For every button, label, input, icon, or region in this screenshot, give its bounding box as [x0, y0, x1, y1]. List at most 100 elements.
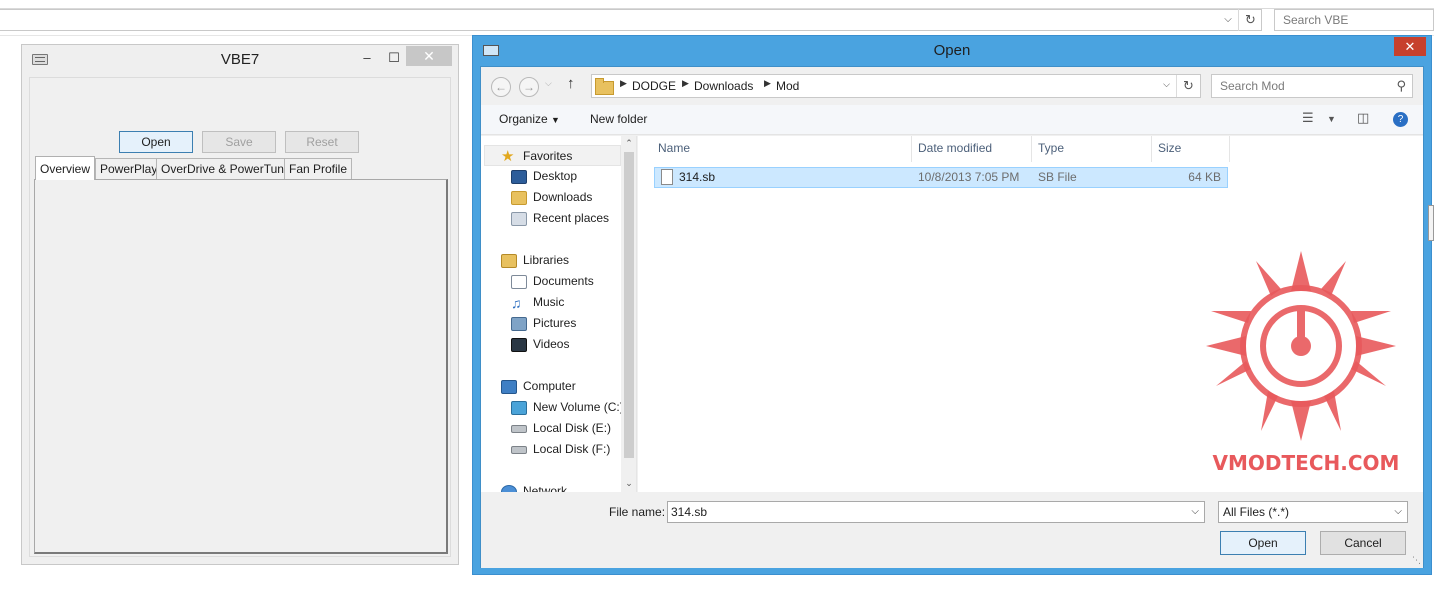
minimize-button[interactable]: – — [354, 48, 380, 68]
file-list: ⌃ Name Date modified Type Size 314.sb 10… — [638, 136, 1423, 492]
nav-label: New Volume (C:) — [533, 400, 624, 414]
search-input[interactable]: Search VBE — [1274, 9, 1434, 31]
nav-pictures[interactable]: Pictures — [511, 313, 576, 334]
chevron-down-icon[interactable]: ⌵ — [1394, 502, 1402, 522]
back-icon[interactable]: ← — [491, 77, 511, 97]
close-button[interactable]: ✕ — [406, 46, 452, 66]
browser-toolbar: ⌵ ↻ Search VBE — [0, 0, 1434, 36]
organize-button[interactable]: Organize ▼ — [499, 112, 560, 126]
downloads-icon — [511, 190, 527, 205]
file-date: 10/8/2013 7:05 PM — [918, 170, 1020, 184]
new-folder-button[interactable]: New folder — [590, 112, 647, 126]
column-header-name[interactable]: Name — [652, 136, 912, 162]
view-options-icon[interactable]: ☰ — [1302, 110, 1314, 126]
breadcrumb-mod[interactable]: Mod — [776, 79, 799, 93]
nav-computer[interactable]: Computer — [501, 376, 576, 397]
scrollbar-thumb[interactable] — [624, 152, 634, 458]
music-icon: ♫ — [511, 294, 522, 311]
network-icon — [501, 484, 517, 492]
nav-scrollbar[interactable]: ⌃ ⌄ — [621, 136, 636, 492]
breadcrumb[interactable]: ▶ DODGE ▶ Downloads ▶ Mod ⌵ ↻ — [591, 74, 1201, 98]
nav-label: Recent places — [533, 211, 610, 225]
search-mod-input[interactable]: Search Mod ⚲ — [1211, 74, 1413, 98]
chevron-down-icon[interactable]: ⌵ — [1191, 502, 1199, 522]
address-bar[interactable] — [0, 9, 1262, 31]
open-dialog: Open ✕ ← → ⌵ ↑ ▶ DODGE ▶ Downloads ▶ Mod… — [472, 35, 1432, 575]
nav-libraries[interactable]: Libraries — [501, 250, 569, 271]
column-header-size[interactable]: Size — [1152, 136, 1230, 162]
recent-dropdown-icon[interactable]: ⌵ — [545, 78, 552, 89]
scroll-edge-handle[interactable] — [1428, 205, 1434, 241]
tab-fan-profile[interactable]: Fan Profile — [284, 158, 353, 179]
watermark-text: VMODTECH.COM — [1212, 451, 1400, 475]
file-name-value: 314.sb — [671, 505, 708, 519]
drive-icon — [511, 400, 527, 415]
help-icon[interactable]: ? — [1393, 112, 1408, 127]
file-type: SB File — [1038, 170, 1077, 184]
scroll-down-icon[interactable]: ⌄ — [621, 478, 636, 489]
address-dropdown-icon[interactable]: ⌵ — [1218, 9, 1238, 31]
nav-label: Music — [533, 295, 565, 309]
chevron-right-icon[interactable]: ▶ — [620, 78, 627, 89]
search-icon[interactable]: ⚲ — [1396, 75, 1406, 97]
star-icon: ★ — [501, 147, 515, 165]
chevron-down-icon[interactable]: ▼ — [1327, 114, 1336, 124]
dialog-title: Open — [933, 42, 971, 59]
nav-network[interactable]: Network — [501, 481, 567, 492]
dialog-footer: File name: 314.sb ⌵ All Files (*.*) ⌵ Op… — [481, 492, 1423, 568]
nav-recent-places[interactable]: Recent places — [511, 208, 609, 229]
refresh-icon[interactable]: ↻ — [1176, 75, 1200, 97]
close-button[interactable]: ✕ — [1394, 37, 1426, 56]
up-icon[interactable]: ↑ — [567, 75, 575, 92]
nav-drive-e[interactable]: Local Disk (E:) — [511, 418, 611, 439]
maximize-button[interactable]: ☐ — [381, 48, 407, 68]
nav-label: Desktop — [533, 169, 578, 183]
dialog-body: ← → ⌵ ↑ ▶ DODGE ▶ Downloads ▶ Mod ⌵ ↻ Se… — [480, 66, 1424, 568]
tab-overview[interactable]: Overview — [35, 156, 96, 180]
open-button[interactable]: Open — [119, 131, 193, 153]
column-header-date[interactable]: Date modified — [912, 136, 1032, 162]
tab-panel — [34, 179, 448, 554]
scroll-up-icon[interactable]: ⌃ — [621, 138, 636, 149]
documents-icon — [511, 274, 527, 289]
nav-label: Libraries — [523, 253, 570, 267]
recent-places-icon — [511, 211, 527, 226]
nav-favorites[interactable]: ★ Favorites — [484, 145, 621, 166]
file-name-input[interactable]: 314.sb ⌵ — [667, 501, 1205, 523]
organize-label: Organize — [499, 112, 548, 126]
forward-icon[interactable]: → — [519, 77, 539, 97]
refresh-icon[interactable]: ↻ — [1238, 9, 1262, 31]
nav-label: Documents — [533, 274, 594, 288]
chevron-down-icon: ▼ — [551, 115, 560, 125]
nav-drive-f[interactable]: Local Disk (F:) — [511, 439, 610, 460]
watermark-logo: VMODTECH.COM — [1206, 251, 1406, 481]
save-button[interactable]: Save — [202, 131, 276, 153]
nav-label: Pictures — [533, 316, 577, 330]
column-header-type[interactable]: Type — [1032, 136, 1152, 162]
computer-icon — [501, 379, 517, 394]
videos-icon — [511, 337, 527, 352]
open-button[interactable]: Open — [1220, 531, 1306, 555]
nav-documents[interactable]: Documents — [511, 271, 594, 292]
file-row[interactable]: 314.sb 10/8/2013 7:05 PM SB File 64 KB — [654, 167, 1228, 188]
nav-music[interactable]: ♫ Music — [511, 292, 564, 313]
pictures-icon — [511, 316, 527, 331]
cancel-button[interactable]: Cancel — [1320, 531, 1406, 555]
tab-powerplay[interactable]: PowerPlay — [95, 158, 163, 179]
breadcrumb-downloads[interactable]: Downloads — [694, 79, 753, 93]
reset-button[interactable]: Reset — [285, 131, 359, 153]
tab-overdrive-powertune[interactable]: OverDrive & PowerTune — [156, 158, 296, 179]
nav-downloads[interactable]: Downloads — [511, 187, 592, 208]
chevron-right-icon[interactable]: ▶ — [682, 78, 689, 89]
nav-drive-c[interactable]: New Volume (C:) — [511, 397, 624, 418]
file-type-select[interactable]: All Files (*.*) ⌵ — [1218, 501, 1408, 523]
nav-videos[interactable]: Videos — [511, 334, 569, 355]
resize-grip-icon[interactable]: ⋱ — [1412, 555, 1421, 566]
nav-desktop[interactable]: Desktop — [511, 166, 577, 187]
nav-label: Local Disk (E:) — [533, 421, 612, 435]
breadcrumb-dodge[interactable]: DODGE — [632, 79, 676, 93]
preview-pane-icon[interactable]: ◫ — [1357, 110, 1369, 126]
chevron-right-icon[interactable]: ▶ — [764, 78, 771, 89]
file-icon — [661, 169, 673, 185]
chevron-down-icon[interactable]: ⌵ — [1163, 79, 1170, 90]
